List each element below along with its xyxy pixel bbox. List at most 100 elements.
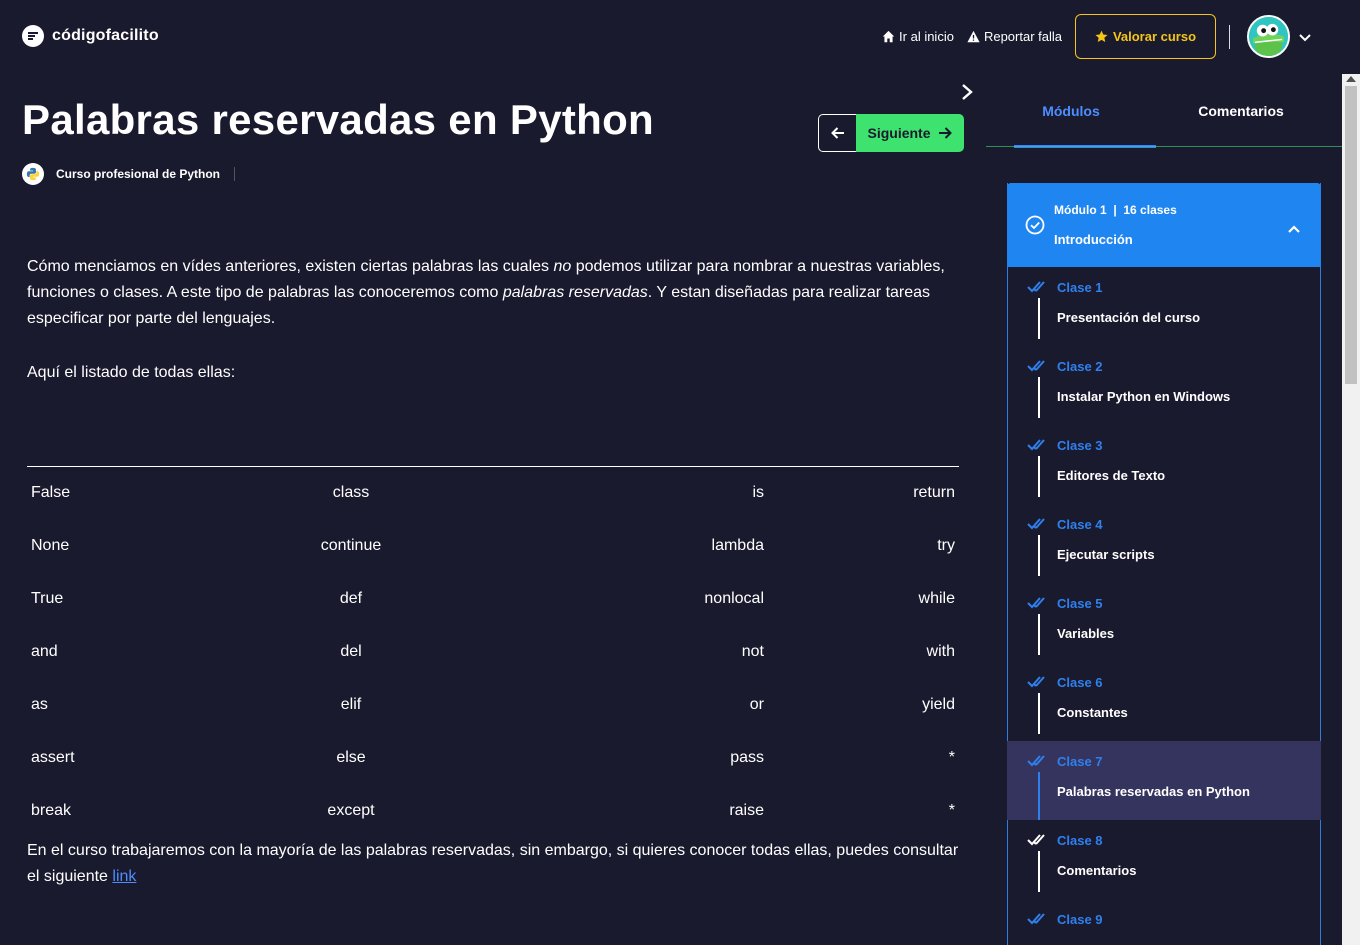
lesson-connector (1038, 456, 1040, 497)
table-row: False class is return (27, 467, 959, 520)
warning-icon (967, 30, 980, 43)
collapse-sidebar-icon[interactable] (958, 82, 976, 102)
keyword-cell: return (913, 484, 955, 502)
keyword-cell: except (327, 802, 375, 819)
next-button-label: Siguiente (867, 125, 931, 141)
table-row: assert else pass * (27, 732, 959, 785)
reference-link[interactable]: link (112, 868, 136, 885)
keyword-cell: False (31, 484, 71, 502)
logo[interactable]: códigofacilito (22, 25, 159, 47)
table-row: break except raise * (27, 785, 959, 838)
lesson-item[interactable]: Clase 8 Comentarios (1007, 820, 1321, 899)
table-row: None continue lambda try (27, 520, 959, 573)
module-label: Módulo 1 (1054, 203, 1107, 217)
lesson-item[interactable]: Clase 1 Presentación del curso (1007, 267, 1321, 346)
crocodile-avatar-icon (1249, 17, 1288, 56)
course-separator (234, 167, 236, 181)
lesson-number: Clase 2 (1057, 359, 1103, 374)
lesson-item[interactable]: Clase 7 Palabras reservadas en Python (1007, 741, 1321, 820)
table-row: as elif or yield (27, 679, 959, 732)
rate-course-button[interactable]: Valorar curso (1075, 14, 1216, 59)
double-check-icon (1027, 518, 1045, 530)
scroll-up-icon[interactable] (1346, 76, 1356, 82)
lesson-connector (1038, 614, 1040, 655)
keyword-cell: True (31, 590, 64, 607)
chevron-down-icon[interactable] (1298, 30, 1312, 44)
keyword-cell: with (926, 643, 955, 660)
keyword-cell: lambda (711, 537, 764, 554)
top-nav: Ir al inicio Reportar falla Valorar curs… (882, 14, 1312, 59)
lesson-connector (1038, 377, 1040, 418)
module-title: Introducción (1054, 232, 1133, 247)
lesson-number: Clase 4 (1057, 517, 1103, 532)
lesson-number: Clase 5 (1057, 596, 1103, 611)
keyword-cell: elif (340, 696, 362, 713)
keyword-cell: or (749, 696, 764, 713)
double-check-icon (1027, 913, 1045, 925)
sidebar-tabs: Módulos Comentarios (986, 74, 1342, 148)
tab-comments[interactable]: Comentarios (1156, 74, 1326, 147)
lesson-name: Palabras reservadas en Python (1057, 784, 1250, 799)
lesson-item[interactable]: Clase 3 Editores de Texto (1007, 425, 1321, 504)
keyword-cell: as (31, 696, 48, 713)
lesson-item[interactable]: Clase 2 Instalar Python en Windows (1007, 346, 1321, 425)
lesson-number: Clase 9 (1057, 912, 1103, 927)
home-link[interactable]: Ir al inicio (882, 29, 954, 44)
previous-button[interactable] (818, 114, 856, 152)
lesson-number: Clase 7 (1057, 754, 1103, 769)
double-check-icon (1027, 439, 1045, 451)
next-button[interactable]: Siguiente (856, 114, 964, 152)
keyword-cell: else (336, 749, 366, 766)
report-link-label: Reportar falla (983, 29, 1062, 44)
arrow-left-icon (830, 127, 844, 139)
intro-paragraph: Cómo menciamos en vídes anteriores, exis… (27, 258, 945, 327)
lesson-name: Ejecutar scripts (1057, 547, 1155, 562)
keyword-cell: * (948, 802, 955, 819)
nav-divider (1229, 24, 1230, 49)
lesson-name: Comentarios (1057, 863, 1137, 878)
keywords-table: False class is return None continue lambda try T… (27, 466, 959, 838)
lesson-item[interactable]: Clase 4 Ejecutar scripts (1007, 504, 1321, 583)
lesson-connector (1038, 693, 1040, 734)
course-name[interactable]: Curso profesional de Python (56, 167, 220, 181)
chevron-up-icon[interactable] (1287, 221, 1301, 233)
scroll-thumb[interactable] (1345, 86, 1357, 384)
list-intro: Aquí el listado de todas ellas: (27, 364, 236, 381)
lesson-item[interactable]: Clase 9 (1007, 899, 1321, 945)
avatar[interactable] (1247, 15, 1290, 58)
keyword-cell: assert (31, 749, 75, 766)
keyword-cell: not (741, 643, 764, 660)
lesson-connector (1038, 298, 1040, 339)
lesson-item[interactable]: Clase 5 Variables (1007, 583, 1321, 662)
report-link[interactable]: Reportar falla (967, 29, 1062, 44)
lesson-nav: Siguiente (818, 114, 964, 152)
double-check-icon (1027, 834, 1045, 846)
module-meta: Módulo 1 | 16 clases (1054, 203, 1177, 217)
double-check-icon (1027, 597, 1045, 609)
table-row: True def nonlocal while (27, 573, 959, 626)
sidebar: Módulos Comentarios Módulo 1 | 16 clases… (986, 74, 1342, 945)
logo-text: códigofacilito (52, 27, 159, 44)
lesson-name: Instalar Python en Windows (1057, 389, 1231, 404)
double-check-icon (1027, 360, 1045, 372)
tab-modules[interactable]: Módulos (986, 74, 1156, 148)
keyword-cell: pass (730, 749, 764, 766)
lesson-name: Editores de Texto (1057, 468, 1166, 483)
scrollbar[interactable] (1342, 74, 1360, 945)
page-title: Palabras reservadas en Python (22, 96, 655, 143)
lesson-name: Presentación del curso (1057, 310, 1201, 325)
course-breadcrumb: Curso profesional de Python (22, 163, 236, 185)
arrow-right-icon (938, 127, 952, 139)
home-icon (882, 30, 895, 43)
keyword-cell: yield (922, 696, 955, 713)
outro-paragraph: En el curso trabajaremos con la mayoría … (27, 842, 959, 885)
lesson-number: Clase 6 (1057, 675, 1103, 690)
keyword-cell: and (31, 643, 58, 660)
module-header[interactable]: Módulo 1 | 16 clases Introducción (1007, 183, 1321, 267)
keyword-cell: None (31, 537, 70, 554)
lesson-number: Clase 3 (1057, 438, 1103, 453)
double-check-icon (1027, 281, 1045, 293)
keyword-cell: is (752, 484, 764, 502)
lesson-item[interactable]: Clase 6 Constantes (1007, 662, 1321, 741)
keyword-cell: raise (729, 802, 764, 819)
